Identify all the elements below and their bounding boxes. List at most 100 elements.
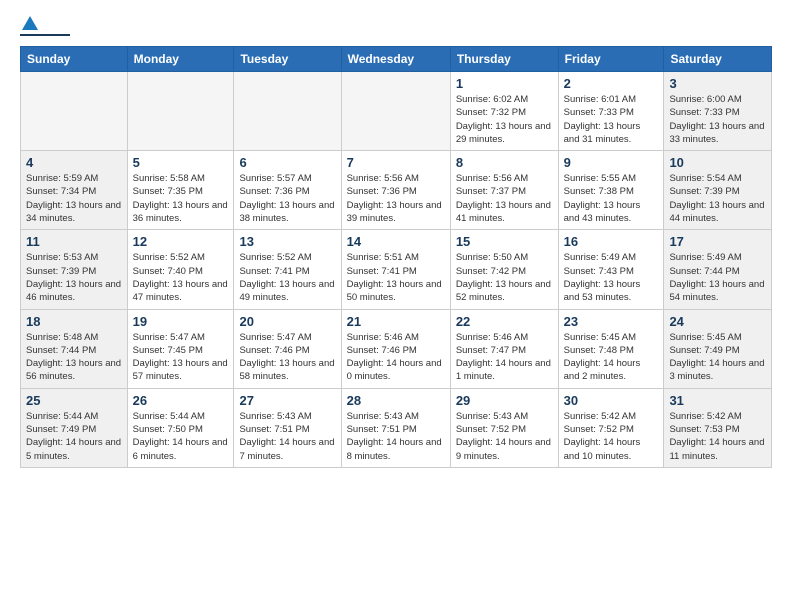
day-number: 8 bbox=[456, 155, 553, 170]
day-info: Sunrise: 5:46 AM Sunset: 7:47 PM Dayligh… bbox=[456, 331, 553, 384]
day-info: Sunrise: 5:45 AM Sunset: 7:48 PM Dayligh… bbox=[564, 331, 659, 384]
day-number: 12 bbox=[133, 234, 229, 249]
day-number: 16 bbox=[564, 234, 659, 249]
calendar-cell-25: 25 Sunrise: 5:44 AM Sunset: 7:49 PM Dayli… bbox=[21, 388, 128, 467]
day-info: Sunrise: 5:42 AM Sunset: 7:53 PM Dayligh… bbox=[669, 410, 766, 463]
calendar-cell-17: 17 Sunrise: 5:49 AM Sunset: 7:44 PM Dayli… bbox=[664, 230, 772, 309]
calendar-cell-7: 7 Sunrise: 5:56 AM Sunset: 7:36 PM Daylig… bbox=[341, 151, 450, 230]
day-info: Sunrise: 5:46 AM Sunset: 7:46 PM Dayligh… bbox=[347, 331, 445, 384]
calendar-cell-18: 18Sunrise: 5:48 AM Sunset: 7:44 PM Dayli… bbox=[21, 309, 128, 388]
calendar-header-row: SundayMondayTuesdayWednesdayThursdayFrid… bbox=[21, 47, 772, 72]
day-info: Sunrise: 5:52 AM Sunset: 7:40 PM Dayligh… bbox=[133, 251, 229, 304]
day-number: 30 bbox=[564, 393, 659, 408]
day-info: Sunrise: 6:02 AM Sunset: 7:32 PM Dayligh… bbox=[456, 93, 553, 146]
day-number: 27 bbox=[239, 393, 335, 408]
day-info: Sunrise: 5:48 AM Sunset: 7:44 PM Dayligh… bbox=[26, 331, 122, 384]
calendar-cell-9: 9Sunrise: 5:55 AM Sunset: 7:38 PM Daylig… bbox=[558, 151, 664, 230]
day-info: Sunrise: 5:51 AM Sunset: 7:41 PM Dayligh… bbox=[347, 251, 445, 304]
day-number: 24 bbox=[669, 314, 766, 329]
calendar-cell-30: 30Sunrise: 5:42 AM Sunset: 7:52 PM Dayli… bbox=[558, 388, 664, 467]
day-info: Sunrise: 5:44 AM Sunset: 7:50 PM Dayligh… bbox=[133, 410, 229, 463]
calendar-cell-12: 12 Sunrise: 5:52 AM Sunset: 7:40 PM Dayli… bbox=[127, 230, 234, 309]
day-info: Sunrise: 5:52 AM Sunset: 7:41 PM Dayligh… bbox=[239, 251, 335, 304]
calendar-week-5: 25 Sunrise: 5:44 AM Sunset: 7:49 PM Dayli… bbox=[21, 388, 772, 467]
day-info: Sunrise: 5:58 AM Sunset: 7:35 PM Dayligh… bbox=[133, 172, 229, 225]
day-number: 31 bbox=[669, 393, 766, 408]
day-info: Sunrise: 5:56 AM Sunset: 7:37 PM Dayligh… bbox=[456, 172, 553, 225]
calendar-cell-2: 2 Sunrise: 6:01 AM Sunset: 7:33 PM Daylig… bbox=[558, 72, 664, 151]
day-info: Sunrise: 5:47 AM Sunset: 7:46 PM Dayligh… bbox=[239, 331, 335, 384]
weekday-header-tuesday: Tuesday bbox=[234, 47, 341, 72]
day-number: 20 bbox=[239, 314, 335, 329]
day-info: Sunrise: 5:49 AM Sunset: 7:43 PM Dayligh… bbox=[564, 251, 659, 304]
weekday-header-friday: Friday bbox=[558, 47, 664, 72]
logo-triangle-icon bbox=[22, 16, 38, 30]
calendar-cell-10: 10 Sunrise: 5:54 AM Sunset: 7:39 PM Dayli… bbox=[664, 151, 772, 230]
day-number: 19 bbox=[133, 314, 229, 329]
weekday-header-thursday: Thursday bbox=[450, 47, 558, 72]
day-number: 6 bbox=[239, 155, 335, 170]
day-number: 29 bbox=[456, 393, 553, 408]
calendar-cell-14: 14 Sunrise: 5:51 AM Sunset: 7:41 PM Dayli… bbox=[341, 230, 450, 309]
day-number: 11 bbox=[26, 234, 122, 249]
day-number: 1 bbox=[456, 76, 553, 91]
calendar-cell-3: 3 Sunrise: 6:00 AM Sunset: 7:33 PM Daylig… bbox=[664, 72, 772, 151]
day-info: Sunrise: 5:55 AM Sunset: 7:38 PM Dayligh… bbox=[564, 172, 659, 225]
calendar-cell-5: 5 Sunrise: 5:58 AM Sunset: 7:35 PM Daylig… bbox=[127, 151, 234, 230]
calendar-cell-4: 4 Sunrise: 5:59 AM Sunset: 7:34 PM Daylig… bbox=[21, 151, 128, 230]
calendar-cell-28: 28 Sunrise: 5:43 AM Sunset: 7:51 PM Dayli… bbox=[341, 388, 450, 467]
calendar-cell-24: 24 Sunrise: 5:45 AM Sunset: 7:49 PM Dayli… bbox=[664, 309, 772, 388]
calendar-cell-31: 31 Sunrise: 5:42 AM Sunset: 7:53 PM Dayli… bbox=[664, 388, 772, 467]
day-info: Sunrise: 5:43 AM Sunset: 7:52 PM Dayligh… bbox=[456, 410, 553, 463]
day-info: Sunrise: 5:59 AM Sunset: 7:34 PM Dayligh… bbox=[26, 172, 122, 225]
calendar-cell-16: 16 Sunrise: 5:49 AM Sunset: 7:43 PM Dayli… bbox=[558, 230, 664, 309]
calendar-cell-22: 22 Sunrise: 5:46 AM Sunset: 7:47 PM Dayli… bbox=[450, 309, 558, 388]
day-number: 25 bbox=[26, 393, 122, 408]
day-info: Sunrise: 5:53 AM Sunset: 7:39 PM Dayligh… bbox=[26, 251, 122, 304]
page-header bbox=[20, 16, 772, 36]
calendar-table: SundayMondayTuesdayWednesdayThursdayFrid… bbox=[20, 46, 772, 468]
day-number: 22 bbox=[456, 314, 553, 329]
calendar-cell-13: 13Sunrise: 5:52 AM Sunset: 7:41 PM Dayli… bbox=[234, 230, 341, 309]
calendar-cell-29: 29 Sunrise: 5:43 AM Sunset: 7:52 PM Dayli… bbox=[450, 388, 558, 467]
weekday-header-saturday: Saturday bbox=[664, 47, 772, 72]
weekday-header-monday: Monday bbox=[127, 47, 234, 72]
day-info: Sunrise: 6:01 AM Sunset: 7:33 PM Dayligh… bbox=[564, 93, 659, 146]
calendar-week-4: 18Sunrise: 5:48 AM Sunset: 7:44 PM Dayli… bbox=[21, 309, 772, 388]
day-info: Sunrise: 5:54 AM Sunset: 7:39 PM Dayligh… bbox=[669, 172, 766, 225]
day-info: Sunrise: 5:56 AM Sunset: 7:36 PM Dayligh… bbox=[347, 172, 445, 225]
day-number: 15 bbox=[456, 234, 553, 249]
day-info: Sunrise: 5:49 AM Sunset: 7:44 PM Dayligh… bbox=[669, 251, 766, 304]
day-number: 2 bbox=[564, 76, 659, 91]
calendar-cell-empty bbox=[21, 72, 128, 151]
calendar-cell-1: 1 Sunrise: 6:02 AM Sunset: 7:32 PM Daylig… bbox=[450, 72, 558, 151]
day-number: 5 bbox=[133, 155, 229, 170]
calendar-cell-8: 8 Sunrise: 5:56 AM Sunset: 7:37 PM Daylig… bbox=[450, 151, 558, 230]
day-number: 3 bbox=[669, 76, 766, 91]
day-number: 10 bbox=[669, 155, 766, 170]
day-info: Sunrise: 6:00 AM Sunset: 7:33 PM Dayligh… bbox=[669, 93, 766, 146]
weekday-header-wednesday: Wednesday bbox=[341, 47, 450, 72]
calendar-cell-23: 23 Sunrise: 5:45 AM Sunset: 7:48 PM Dayli… bbox=[558, 309, 664, 388]
day-number: 28 bbox=[347, 393, 445, 408]
day-number: 7 bbox=[347, 155, 445, 170]
day-number: 23 bbox=[564, 314, 659, 329]
day-number: 14 bbox=[347, 234, 445, 249]
calendar-cell-15: 15 Sunrise: 5:50 AM Sunset: 7:42 PM Dayli… bbox=[450, 230, 558, 309]
calendar-cell-20: 20 Sunrise: 5:47 AM Sunset: 7:46 PM Dayli… bbox=[234, 309, 341, 388]
weekday-header-sunday: Sunday bbox=[21, 47, 128, 72]
day-info: Sunrise: 5:47 AM Sunset: 7:45 PM Dayligh… bbox=[133, 331, 229, 384]
day-number: 26 bbox=[133, 393, 229, 408]
day-info: Sunrise: 5:45 AM Sunset: 7:49 PM Dayligh… bbox=[669, 331, 766, 384]
day-info: Sunrise: 5:50 AM Sunset: 7:42 PM Dayligh… bbox=[456, 251, 553, 304]
day-info: Sunrise: 5:43 AM Sunset: 7:51 PM Dayligh… bbox=[239, 410, 335, 463]
day-info: Sunrise: 5:43 AM Sunset: 7:51 PM Dayligh… bbox=[347, 410, 445, 463]
day-number: 4 bbox=[26, 155, 122, 170]
calendar-cell-empty bbox=[127, 72, 234, 151]
calendar-week-1: 1 Sunrise: 6:02 AM Sunset: 7:32 PM Daylig… bbox=[21, 72, 772, 151]
logo bbox=[20, 16, 70, 36]
calendar-cell-6: 6Sunrise: 5:57 AM Sunset: 7:36 PM Daylig… bbox=[234, 151, 341, 230]
calendar-cell-19: 19 Sunrise: 5:47 AM Sunset: 7:45 PM Dayli… bbox=[127, 309, 234, 388]
day-info: Sunrise: 5:44 AM Sunset: 7:49 PM Dayligh… bbox=[26, 410, 122, 463]
day-number: 17 bbox=[669, 234, 766, 249]
